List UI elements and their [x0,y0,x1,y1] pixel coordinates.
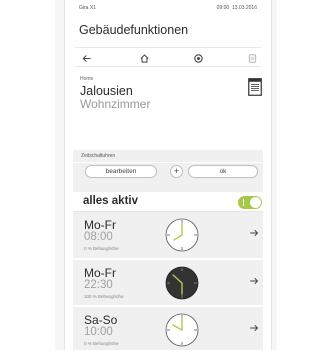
home-button[interactable] [136,50,152,66]
blind-icon[interactable] [248,78,262,96]
back-arrow-icon [82,54,91,62]
navigation-bar [75,47,261,67]
schedule-section-label: Zeitschaltuhren [81,153,116,159]
grid-button[interactable] [244,50,260,66]
settings-button[interactable] [190,50,206,66]
schedule-days: Sa-So [84,313,118,327]
device-room: Wohnzimmer [80,97,151,111]
day-clock-icon [165,218,199,252]
all-active-label: alles aktiv [83,195,138,207]
schedule-days: Mo-Fr [84,218,116,232]
settings-icon [193,53,203,63]
schedule-position: 100 % Behanghöhe [84,294,124,299]
back-button[interactable] [78,50,94,66]
schedule-row[interactable]: Mo-Fr 22:30 100 % Behanghöhe [73,259,263,305]
device-bezel-left [55,0,65,350]
edit-button[interactable]: bearbeiten [85,165,157,178]
add-schedule-button[interactable]: + [170,165,183,178]
day-clock-icon [165,313,199,347]
status-time: 09:00 [216,5,230,11]
night-clock-icon [165,266,199,300]
status-bar: Gira X1 09:00 13.03.2016 [79,5,257,15]
status-date: 13.03.2016 [231,5,257,11]
schedule-time: 08:00 [84,231,113,243]
app-screen: Gira X1 09:00 13.03.2016 Gebäudefunktion… [65,0,271,350]
all-active-toggle[interactable] [238,196,262,209]
schedule-row[interactable]: Sa-So 10:00 0 % Behanghöhe [73,306,263,350]
toggle-knob [250,197,261,208]
all-active-row: alles aktiv [73,192,263,212]
schedule-divider [73,162,263,163]
schedule-time: 22:30 [84,279,113,291]
schedule-row[interactable]: Mo-Fr 08:00 0 % Behanghöhe [73,212,263,258]
schedule-position: 0 % Behanghöhe [84,246,119,251]
grid-icon [248,53,256,63]
status-datetime: 09:00 13.03.2016 [217,5,257,11]
schedule-time: 10:00 [84,326,113,338]
arrow-right-icon [250,230,258,236]
arrow-right-icon [250,325,258,331]
schedule-header: Zeitschaltuhren bearbeiten + ok [73,150,263,192]
carrier-label: Gira X1 [79,5,96,11]
arrow-right-icon [250,278,258,284]
schedule-position: 0 % Behanghöhe [84,341,119,346]
breadcrumb: Home [80,76,94,82]
home-icon [139,54,149,63]
device-bezel-right [271,0,277,350]
schedule-days: Mo-Fr [84,266,116,280]
page-title: Gebäudefunktionen [79,23,189,37]
ok-button[interactable]: ok [188,165,258,178]
toggle-on-mark [243,199,244,206]
device-title: Jalousien [80,84,133,98]
